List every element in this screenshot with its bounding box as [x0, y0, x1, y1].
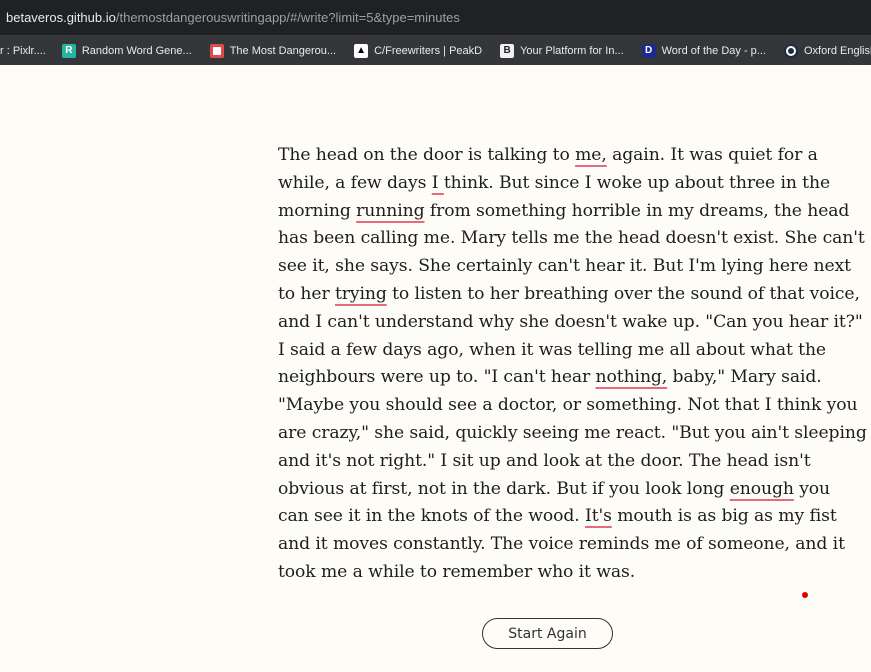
spellcheck-word: I — [431, 172, 444, 193]
story-line: and I can't understand why she doesn't w… — [278, 311, 863, 332]
start-again-button[interactable]: Start Again — [482, 618, 613, 649]
spellcheck-word: me, — [575, 145, 607, 165]
story-line: obvious at first, not in the dark. But i… — [278, 478, 831, 499]
bookmarks-bar: r : Pixlr.... R Random Word Gene... The … — [0, 36, 871, 65]
story-line: and it moves constantly. The voice remin… — [278, 534, 845, 555]
random-word-icon: R — [61, 43, 76, 58]
peakd-icon: ▲ — [354, 43, 369, 58]
url-path: /themostdangerouswritingapp/#/write?limi… — [115, 10, 460, 25]
writing-page: The head on the door is talking to me, a… — [0, 65, 871, 672]
word-of-day-icon: D — [641, 43, 656, 58]
story-line: are crazy," she said, quickly seeing me … — [278, 422, 867, 443]
bookmark-label: The Most Dangerou... — [229, 44, 337, 57]
spellcheck-word: trying — [334, 283, 387, 304]
most-dangerous-icon — [209, 43, 224, 58]
story-line: while, a few days I think. But since I w… — [278, 172, 831, 193]
story-text: The head on the door is talking to me, a… — [278, 142, 867, 587]
story-line: took me a while to remember who it was. — [278, 561, 636, 582]
bookmark-peakd[interactable]: ▲ C/Freewriters | PeakD — [354, 43, 483, 58]
story-line: morning running from something horrible … — [278, 200, 850, 221]
bookmark-label: C/Freewriters | PeakD — [374, 44, 483, 57]
spellcheck-word: It's — [585, 506, 612, 527]
address-bar[interactable]: betaveros.github.io/themostdangerouswrit… — [0, 0, 871, 36]
oxford-icon — [783, 43, 798, 58]
bookmark-most-dangerous[interactable]: The Most Dangerou... — [209, 43, 337, 58]
story-line: to her trying to listen to her breathing… — [278, 283, 860, 304]
story-line: has been calling me. Mary tells me the h… — [278, 228, 865, 249]
story-line: and it's not right." I sit up and look a… — [278, 450, 811, 471]
spellcheck-word: nothing, — [595, 367, 668, 388]
bookmark-pixlr[interactable]: r : Pixlr.... — [0, 45, 46, 57]
platform-icon: B — [500, 43, 515, 58]
bookmark-platform[interactable]: B Your Platform for In... — [500, 43, 624, 58]
bookmark-label: Your Platform for In... — [520, 44, 624, 57]
url-host: betaveros.github.io — [6, 10, 116, 25]
story-line: The head on the door is talking to me, a… — [278, 145, 818, 165]
story-line: neighbours were up to. "I can't hear not… — [278, 367, 822, 388]
spellcheck-word: running — [356, 200, 425, 221]
bookmark-label: Word of the Day - p... — [661, 44, 766, 57]
story-line: can see it in the knots of the wood. It'… — [278, 506, 837, 527]
bookmark-random-word[interactable]: R Random Word Gene... — [61, 43, 192, 58]
bookmark-label: Oxford English Dicti — [803, 44, 871, 57]
status-indicator-dot — [802, 592, 808, 598]
bookmark-word-of-day[interactable]: D Word of the Day - p... — [641, 43, 766, 58]
bookmark-oxford[interactable]: Oxford English Dicti — [783, 43, 871, 58]
story-line: I said a few days ago, when it was telli… — [278, 339, 826, 360]
bookmark-label: Random Word Gene... — [81, 44, 192, 57]
story-line: "Maybe you should see a doctor, or somet… — [278, 395, 858, 416]
bookmark-label: r : Pixlr.... — [0, 44, 46, 57]
spellcheck-word: enough — [729, 478, 794, 499]
story-line: see it, she says. She certainly can't he… — [278, 256, 851, 277]
